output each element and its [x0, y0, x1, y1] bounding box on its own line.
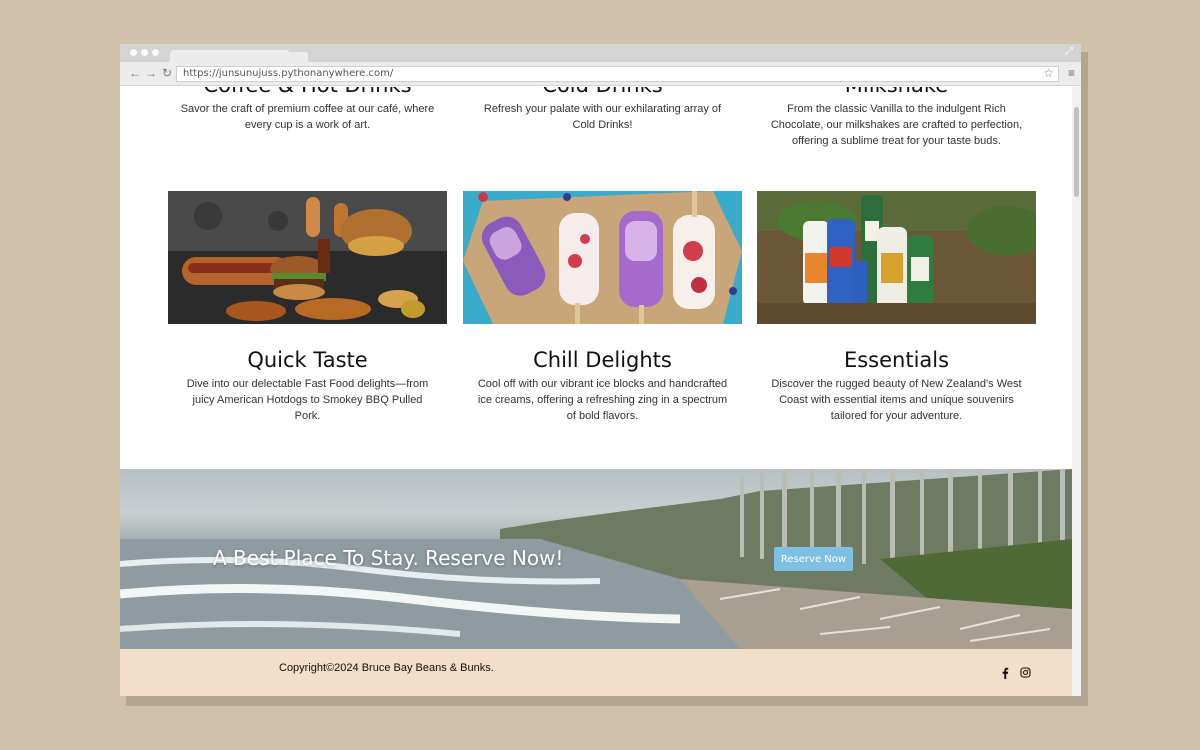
- scrollbar-thumb[interactable]: [1074, 107, 1079, 197]
- address-bar[interactable]: https://junsunujuss.pythonanywhere.com/ …: [176, 66, 1059, 82]
- card-chill-delights: Chill Delights Cool off with our vibrant…: [463, 348, 742, 424]
- card-text: From the classic Vanilla to the indulgen…: [770, 103, 1023, 147]
- card-text: Cool off with our vibrant ice blocks and…: [477, 378, 728, 422]
- card-text: Refresh your palate with our exhilaratin…: [483, 103, 722, 131]
- arrow-right-icon[interactable]: →: [145, 66, 157, 80]
- browser-window: ⤢ ← → ↻ https://junsunujuss.pythonanywhe…: [120, 44, 1081, 696]
- new-tab[interactable]: [288, 52, 308, 62]
- reload-icon[interactable]: ↻: [162, 66, 172, 80]
- card-cold-drinks: Cold Drinks Refresh your palate with our…: [463, 87, 742, 133]
- banner-title: A Best Place To Stay. Reserve Now!: [213, 546, 564, 570]
- reserve-banner: A Best Place To Stay. Reserve Now! Reser…: [120, 469, 1072, 649]
- card-title: Milkshake: [757, 87, 1036, 97]
- card-essentials: Essentials Discover the rugged beauty of…: [757, 348, 1036, 424]
- url-text: https://junsunujuss.pythonanywhere.com/: [183, 68, 394, 79]
- page-viewport: Coffee & Hot Drinks Savor the craft of p…: [120, 87, 1081, 696]
- essentials-image: [757, 191, 1036, 324]
- footer: Copyright©2024 Bruce Bay Beans & Bunks.: [120, 649, 1072, 696]
- fast-food-image: [168, 191, 447, 324]
- card-text: Savor the craft of premium coffee at our…: [180, 103, 435, 131]
- close-dot[interactable]: [130, 49, 137, 56]
- expand-icon[interactable]: ⤢: [1065, 46, 1073, 57]
- reserve-now-button[interactable]: Reserve Now: [774, 547, 853, 571]
- card-title: Chill Delights: [533, 348, 672, 372]
- maximize-dot[interactable]: [152, 49, 159, 56]
- card-quick-taste: Quick Taste Dive into our delectable Fas…: [168, 348, 447, 424]
- browser-tab[interactable]: [170, 50, 290, 62]
- browser-titlebar: ⤢: [120, 44, 1081, 62]
- facebook-icon[interactable]: [1000, 667, 1010, 682]
- window-controls: [130, 49, 159, 56]
- minimize-dot[interactable]: [141, 49, 148, 56]
- bookmark-star-icon[interactable]: ☆: [1043, 66, 1054, 80]
- menu-icon[interactable]: ≡: [1068, 66, 1075, 80]
- copyright-text: Copyright©2024 Bruce Bay Beans & Bunks.: [279, 662, 494, 674]
- instagram-icon[interactable]: [1020, 667, 1031, 682]
- card-title: Quick Taste: [247, 348, 368, 372]
- card-text: Dive into our delectable Fast Food delig…: [186, 378, 429, 422]
- card-coffee: Coffee & Hot Drinks Savor the craft of p…: [168, 87, 447, 133]
- browser-toolbar: ← → ↻ https://junsunujuss.pythonanywhere…: [120, 62, 1081, 86]
- card-milkshake: Milkshake From the classic Vanilla to th…: [757, 87, 1036, 149]
- ice-blocks-image: [463, 191, 742, 324]
- card-title: Essentials: [843, 348, 950, 372]
- scrollbar[interactable]: [1072, 87, 1081, 696]
- card-title: Cold Drinks: [463, 87, 742, 97]
- card-text: Discover the rugged beauty of New Zealan…: [771, 378, 1022, 422]
- arrow-left-icon[interactable]: ←: [129, 66, 141, 80]
- card-title: Coffee & Hot Drinks: [168, 87, 447, 97]
- social-links: [1000, 667, 1031, 682]
